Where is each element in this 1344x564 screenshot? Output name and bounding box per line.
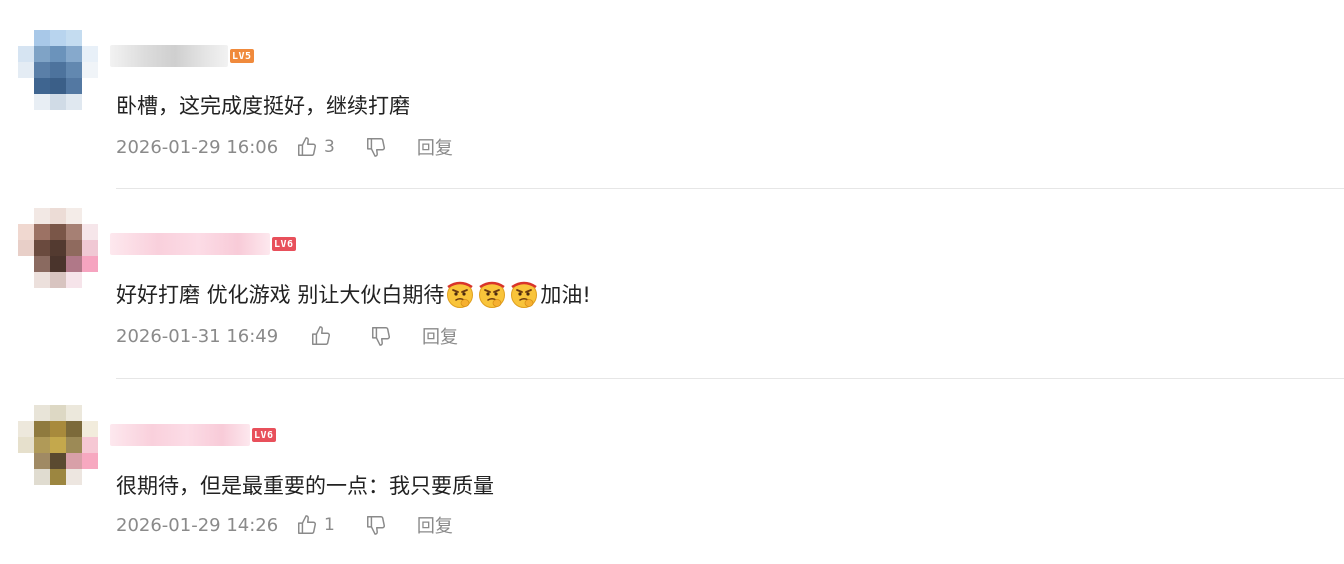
dislike-button[interactable] — [365, 514, 387, 536]
comment-timestamp: 2026-01-31 16:49 — [116, 325, 279, 347]
comment-text-tail: 加油! — [540, 283, 591, 307]
like-button[interactable]: 3 — [296, 136, 335, 158]
thinking-face-emoji — [479, 281, 506, 308]
dislike-button[interactable] — [365, 136, 387, 158]
comment-item: LV5 卧槽，这完成度挺好，继续打磨 2026-01-29 16:06 3 回复 — [0, 30, 1344, 190]
like-count: 1 — [324, 515, 335, 535]
dislike-button[interactable] — [370, 325, 392, 347]
thinking-face-emoji — [511, 281, 538, 308]
level-badge: LV6 — [272, 237, 296, 251]
username-row: LV6 — [110, 230, 296, 258]
avatar[interactable] — [18, 30, 98, 114]
like-button[interactable]: 1 — [296, 514, 335, 536]
comment-meta: 2026-01-29 14:26 1 回复 — [116, 512, 453, 538]
comment-item: LV6 好好打磨 优化游戏 别让大伙白期待 加油! 2026-01-31 16:… — [0, 208, 1344, 380]
level-badge: LV6 — [252, 428, 276, 442]
comment-text: 很期待，但是最重要的一点：我只要质量 — [116, 470, 494, 500]
comment-meta: 2026-01-29 16:06 3 回复 — [116, 134, 453, 160]
comment-text: 好好打磨 优化游戏 别让大伙白期待 加油! — [116, 279, 591, 309]
comment-text-content: 卧槽，这完成度挺好，继续打磨 — [116, 94, 410, 118]
comment-timestamp: 2026-01-29 14:26 — [116, 514, 279, 536]
username-blurred[interactable] — [110, 45, 228, 67]
reply-button[interactable]: 回复 — [417, 512, 453, 538]
username-blurred[interactable] — [110, 424, 250, 446]
comment-text: 卧槽，这完成度挺好，继续打磨 — [116, 90, 410, 120]
comment-item: LV6 很期待，但是最重要的一点：我只要质量 2026-01-29 14:26 … — [0, 405, 1344, 564]
thumbs-up-icon — [298, 137, 316, 156]
like-count: 3 — [324, 137, 335, 157]
thumbs-up-icon — [312, 326, 330, 345]
thumbs-down-icon — [372, 327, 390, 346]
reply-button[interactable]: 回复 — [422, 323, 458, 349]
username-blurred[interactable] — [110, 233, 270, 255]
level-badge: LV5 — [230, 49, 254, 63]
divider — [116, 378, 1344, 379]
avatar[interactable] — [18, 405, 98, 489]
avatar[interactable] — [18, 208, 98, 292]
comment-text-content: 好好打磨 优化游戏 别让大伙白期待 — [116, 283, 445, 307]
like-button[interactable] — [310, 325, 332, 347]
comment-text-content: 很期待，但是最重要的一点：我只要质量 — [116, 474, 494, 498]
comment-meta: 2026-01-31 16:49 回复 — [116, 323, 458, 349]
reply-button[interactable]: 回复 — [417, 134, 453, 160]
comment-timestamp: 2026-01-29 16:06 — [116, 136, 279, 158]
divider — [116, 188, 1344, 189]
thumbs-up-icon — [298, 515, 316, 534]
username-row: LV5 — [110, 42, 254, 70]
thinking-face-emoji — [447, 281, 474, 308]
thumbs-down-icon — [366, 138, 385, 157]
thumbs-down-icon — [366, 516, 385, 535]
username-row: LV6 — [110, 421, 276, 449]
